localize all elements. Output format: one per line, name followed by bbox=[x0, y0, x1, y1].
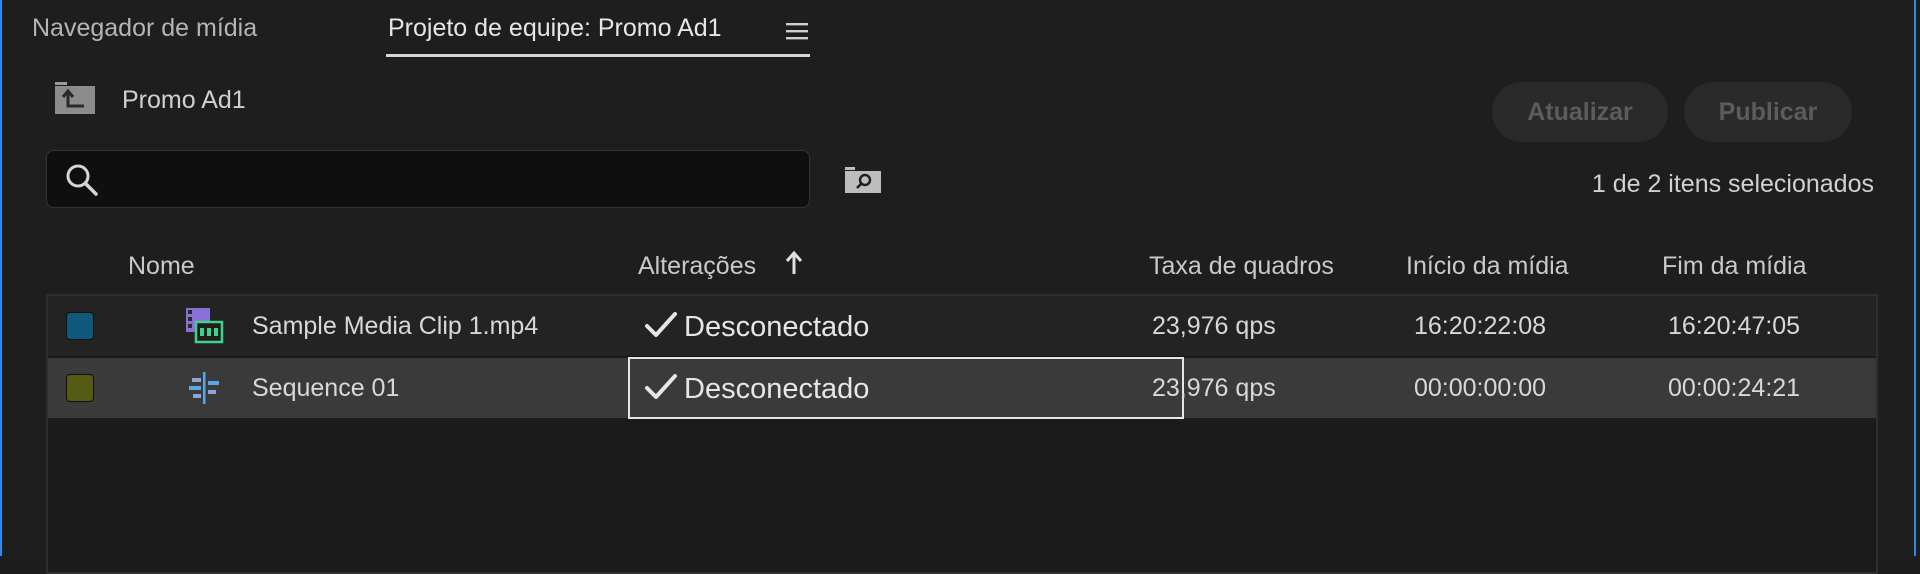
search-icon bbox=[66, 164, 98, 196]
label-color-swatch[interactable] bbox=[66, 312, 94, 340]
column-header-changes[interactable]: Alterações bbox=[638, 252, 756, 281]
item-changes-status: Desconectado bbox=[684, 373, 870, 405]
breadcrumb: Promo Ad1 bbox=[122, 86, 246, 114]
label-color-swatch[interactable] bbox=[66, 374, 94, 402]
video-clip-icon bbox=[186, 308, 224, 344]
item-frame-rate: 23,976 qps bbox=[1152, 374, 1276, 402]
sequence-icon bbox=[189, 372, 219, 404]
item-name: Sample Media Clip 1.mp4 bbox=[252, 312, 539, 340]
update-button[interactable]: Atualizar bbox=[1492, 82, 1668, 142]
item-media-end: 16:20:47:05 bbox=[1668, 312, 1801, 340]
team-project-panel: Navegador de mídia Projeto de equipe: Pr… bbox=[0, 0, 1916, 574]
selection-status: 1 de 2 itens selecionados bbox=[1591, 170, 1874, 198]
column-header-frame-rate[interactable]: Taxa de quadros bbox=[1149, 252, 1334, 281]
tab-team-project[interactable]: Projeto de equipe: Promo Ad1 bbox=[388, 14, 722, 43]
sort-ascending-icon[interactable] bbox=[784, 250, 804, 276]
item-media-start: 16:20:22:08 bbox=[1414, 312, 1547, 340]
table-row[interactable]: Sample Media Clip 1.mp4 Desconectado 23,… bbox=[48, 296, 1876, 357]
checkmark-icon bbox=[645, 312, 677, 337]
tab-media-browser[interactable]: Navegador de mídia bbox=[32, 14, 257, 43]
item-frame-rate: 23,976 qps bbox=[1152, 312, 1276, 340]
item-changes-status: Desconectado bbox=[684, 311, 870, 343]
publish-button[interactable]: Publicar bbox=[1684, 82, 1852, 142]
find-in-folder-icon[interactable] bbox=[844, 166, 882, 194]
column-header-media-start[interactable]: Início da mídia bbox=[1406, 252, 1569, 281]
item-name: Sequence 01 bbox=[252, 374, 400, 402]
folder-up-icon[interactable] bbox=[54, 80, 96, 116]
item-media-start: 00:00:00:00 bbox=[1414, 374, 1547, 402]
column-header-media-end[interactable]: Fim da mídia bbox=[1662, 252, 1806, 281]
search-input[interactable] bbox=[113, 159, 797, 201]
checkmark-icon bbox=[645, 374, 677, 399]
panel-menu-icon[interactable] bbox=[786, 22, 808, 40]
column-header-name[interactable]: Nome bbox=[128, 252, 195, 281]
table-row-selected[interactable]: Sequence 01 Desconectado 23,976 qps 00:0… bbox=[48, 357, 1876, 419]
item-media-end: 00:00:24:21 bbox=[1668, 374, 1801, 402]
search-field[interactable] bbox=[46, 150, 810, 208]
active-tab-indicator bbox=[386, 54, 810, 57]
